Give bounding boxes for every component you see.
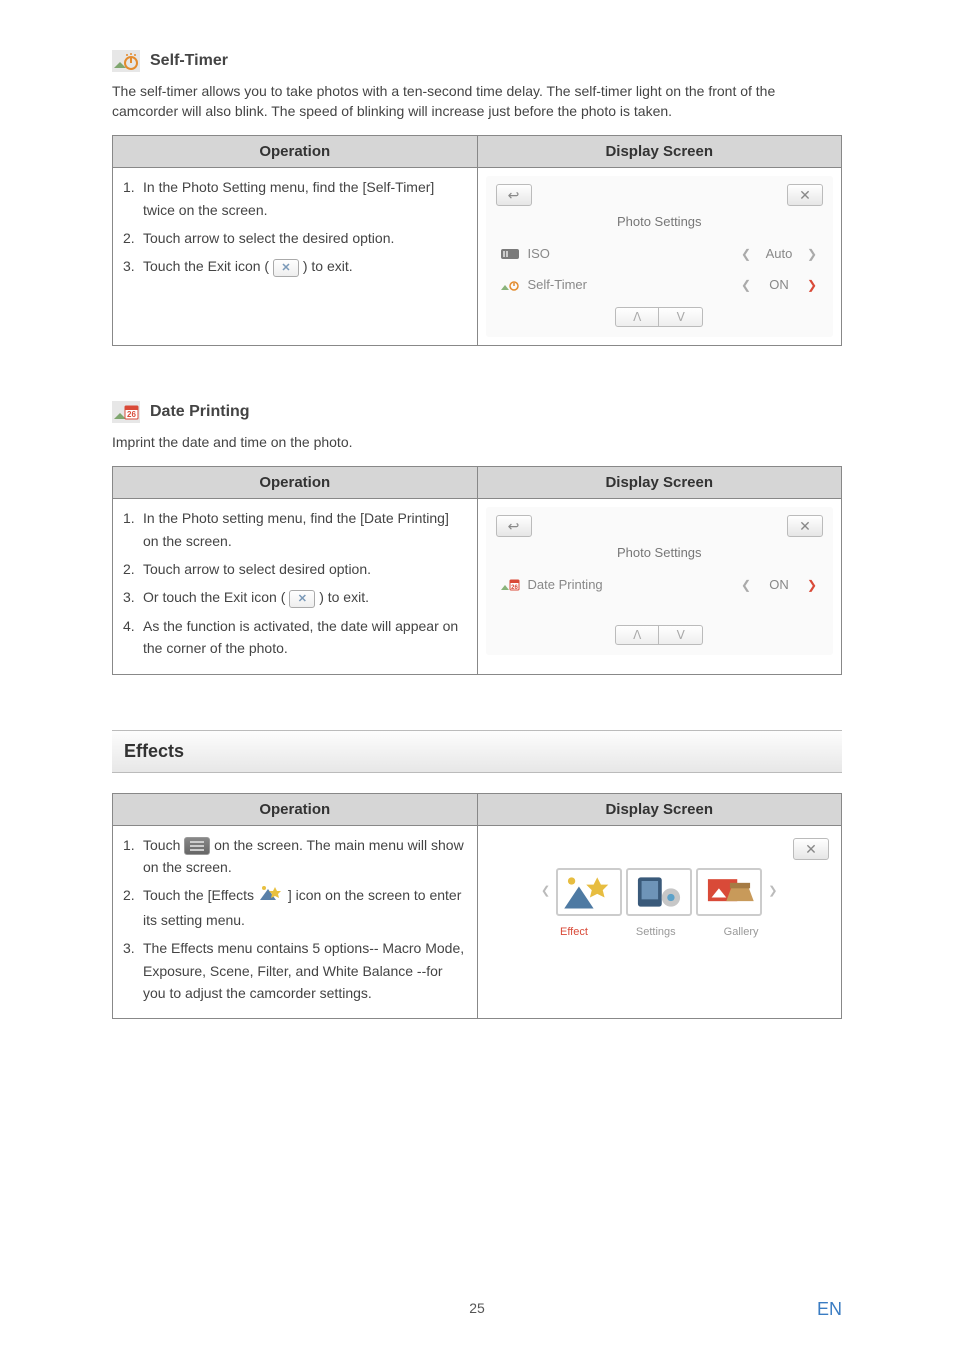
operation-cell: 1. Touch on the screen. The main menu wi… bbox=[113, 825, 478, 1019]
intro-text: The self-timer allows you to take photos… bbox=[112, 82, 842, 121]
panel-title: Photo Settings bbox=[496, 212, 824, 233]
chevron-right-icon[interactable]: ❯ bbox=[803, 245, 821, 264]
page-down-icon[interactable]: ᐯ bbox=[659, 625, 703, 645]
svg-text:26: 26 bbox=[511, 585, 518, 591]
label-effect: Effect bbox=[560, 924, 588, 942]
date-printing-icon: 26 bbox=[112, 401, 140, 423]
close-icon: ✕ bbox=[273, 259, 299, 277]
pager: ᐱ ᐯ bbox=[496, 307, 824, 327]
row-self-timer[interactable]: Self-Timer ❮ ON ❯ bbox=[496, 270, 824, 301]
display-panel: ↩ ✕ Photo Settings ISO ❮ Auto ❯ bbox=[486, 176, 834, 336]
chevron-left-icon[interactable]: ❮ bbox=[737, 276, 755, 295]
section-date-printing: 26 Date Printing Imprint the date and ti… bbox=[112, 401, 842, 675]
col-display: Display Screen bbox=[477, 136, 842, 168]
effects-icon bbox=[258, 884, 284, 908]
panel-title: Photo Settings bbox=[496, 543, 824, 564]
chevron-right-icon[interactable]: ❯ bbox=[766, 883, 779, 901]
thumb-effect[interactable] bbox=[556, 868, 622, 916]
heading-self-timer: Self-Timer bbox=[112, 50, 842, 72]
chevron-left-icon[interactable]: ❮ bbox=[737, 245, 755, 264]
col-operation: Operation bbox=[113, 467, 478, 499]
back-icon[interactable]: ↩ bbox=[496, 515, 532, 537]
menu-icon bbox=[184, 837, 210, 855]
col-operation: Operation bbox=[113, 793, 478, 825]
effects-header: Effects bbox=[112, 730, 842, 773]
col-display: Display Screen bbox=[477, 793, 842, 825]
iso-icon bbox=[498, 247, 522, 261]
display-cell: ↩ ✕ Photo Settings 26 bbox=[477, 499, 842, 674]
label-gallery: Gallery bbox=[724, 924, 759, 942]
effects-display: ✕ ❮ bbox=[486, 834, 834, 942]
display-cell: ✕ ❮ bbox=[477, 825, 842, 1019]
pager: ᐱ ᐯ bbox=[496, 625, 824, 645]
heading-date-printing: 26 Date Printing bbox=[112, 401, 842, 423]
chevron-left-icon[interactable]: ❮ bbox=[539, 883, 552, 901]
display-panel: ↩ ✕ Photo Settings 26 bbox=[486, 507, 834, 655]
heading-text: Self-Timer bbox=[150, 52, 228, 70]
thumb-settings[interactable] bbox=[626, 868, 692, 916]
date-printing-small-icon: 26 bbox=[498, 578, 522, 592]
date-printing-table: Operation Display Screen 1.In the Photo … bbox=[112, 466, 842, 674]
col-display: Display Screen bbox=[477, 467, 842, 499]
carousel-labels: Effect Settings Gallery bbox=[486, 924, 834, 942]
effects-table: Operation Display Screen 1. Touch on the… bbox=[112, 793, 842, 1020]
label-settings: Settings bbox=[636, 924, 676, 942]
chevron-right-icon[interactable]: ❯ bbox=[803, 576, 821, 595]
self-timer-small-icon bbox=[498, 278, 522, 292]
page-number: 25 bbox=[0, 1300, 954, 1316]
thumb-gallery[interactable] bbox=[696, 868, 762, 916]
section-effects: Effects Operation Display Screen 1. Touc… bbox=[112, 730, 842, 1020]
svg-text:26: 26 bbox=[127, 410, 136, 419]
self-timer-icon bbox=[112, 50, 140, 72]
col-operation: Operation bbox=[113, 136, 478, 168]
intro-text: Imprint the date and time on the photo. bbox=[112, 433, 842, 453]
row-date-printing[interactable]: 26 Date Printing ❮ ON ❯ bbox=[496, 570, 824, 601]
back-icon[interactable]: ↩ bbox=[496, 184, 532, 206]
page-up-icon[interactable]: ᐱ bbox=[615, 625, 659, 645]
page-up-icon[interactable]: ᐱ bbox=[615, 307, 659, 327]
carousel: ❮ bbox=[486, 868, 834, 916]
close-icon[interactable]: ✕ bbox=[787, 184, 823, 206]
operation-cell: 1.In the Photo Setting menu, find the [S… bbox=[113, 168, 478, 345]
operation-cell: 1.In the Photo setting menu, find the [D… bbox=[113, 499, 478, 674]
page-down-icon[interactable]: ᐯ bbox=[659, 307, 703, 327]
close-icon[interactable]: ✕ bbox=[793, 838, 829, 860]
language-label: EN bbox=[817, 1299, 842, 1320]
section-self-timer: Self-Timer The self-timer allows you to … bbox=[112, 50, 842, 346]
chevron-left-icon[interactable]: ❮ bbox=[737, 576, 755, 595]
self-timer-table: Operation Display Screen 1.In the Photo … bbox=[112, 135, 842, 345]
close-icon: ✕ bbox=[289, 590, 315, 608]
heading-text: Date Printing bbox=[150, 403, 250, 421]
display-cell: ↩ ✕ Photo Settings ISO ❮ Auto ❯ bbox=[477, 168, 842, 345]
row-iso[interactable]: ISO ❮ Auto ❯ bbox=[496, 239, 824, 270]
chevron-right-icon[interactable]: ❯ bbox=[803, 276, 821, 295]
close-icon[interactable]: ✕ bbox=[787, 515, 823, 537]
